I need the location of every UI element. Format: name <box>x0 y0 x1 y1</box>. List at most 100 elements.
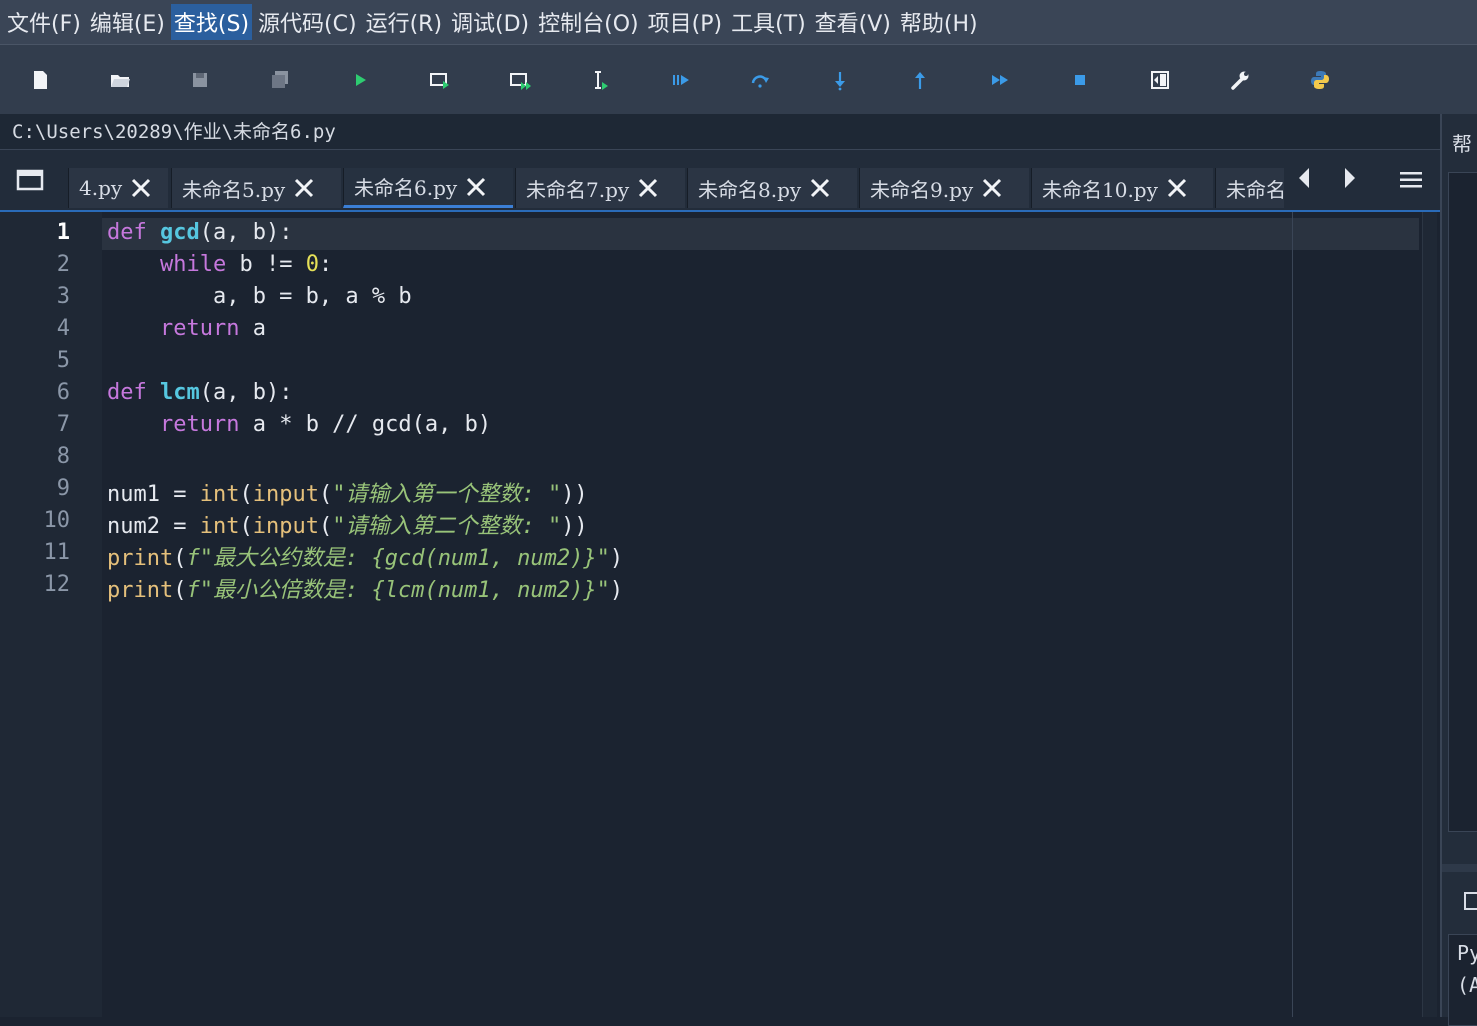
vertical-scrollbar[interactable] <box>1422 212 1437 1017</box>
save-all-button[interactable] <box>267 67 293 93</box>
menu-item[interactable]: 帮助(H) <box>897 4 981 40</box>
tab-options-button[interactable] <box>1398 170 1424 190</box>
editor-tab[interactable]: 未命名 <box>1215 168 1284 208</box>
help-pane-tab[interactable]: 帮 <box>1452 128 1472 157</box>
run-cell-icon <box>430 73 449 89</box>
code-token: print <box>107 546 174 571</box>
tab-label: 未命名 <box>1226 177 1284 202</box>
continue-button[interactable] <box>987 67 1013 93</box>
code-token: f"最大公约数是: {gcd(num1, num2)}" <box>186 546 610 571</box>
menu-item[interactable]: 控制台(O) <box>535 4 641 40</box>
menubar: 文件(F) 编辑(E) 查找(S) 源代码(C) 运行(R) 调试(D) 控制台(O) 项目(… <box>0 0 1477 44</box>
edge-line <box>1292 212 1293 1017</box>
open-folder-button[interactable] <box>107 67 133 93</box>
code-token: lcm <box>160 380 200 405</box>
triangle-right-icon <box>1345 168 1355 188</box>
console-window-icon[interactable] <box>1464 892 1477 910</box>
new-file-icon <box>34 71 47 89</box>
console-pane[interactable]: Py (A <box>1448 934 1477 1026</box>
code-token: )) <box>561 482 588 507</box>
code-token: a, b = b, a % b <box>107 284 412 309</box>
run-button[interactable] <box>347 67 373 93</box>
code-token: ( <box>318 482 333 507</box>
window-icon <box>16 169 44 191</box>
browse-tabs-button[interactable] <box>16 168 44 192</box>
tab-close-button[interactable] <box>1166 177 1188 199</box>
code-token: ) <box>609 578 624 603</box>
editor-tab[interactable]: 未命名10.py <box>1031 168 1213 208</box>
close-icon <box>811 178 830 198</box>
editor-tab[interactable]: 未命名9.py <box>859 168 1029 208</box>
code-line: print(f"最小公倍数是: {lcm(num1, num2)}") <box>107 572 623 604</box>
tab-label: 未命名5.py <box>182 177 286 202</box>
code-token: ( <box>239 482 253 507</box>
tab-close-button[interactable] <box>130 177 152 199</box>
menu-item[interactable]: 运行(R) <box>363 4 445 40</box>
menu-item[interactable]: 项目(P) <box>645 4 725 40</box>
code-token: input <box>252 514 319 539</box>
code-token: return <box>159 412 240 437</box>
line-number: 11 <box>43 540 71 565</box>
step-into-button[interactable] <box>827 67 853 93</box>
editor-tab[interactable]: 未命名8.py <box>687 168 857 208</box>
stop-icon <box>1075 75 1085 85</box>
pane-splitter[interactable] <box>1442 864 1477 872</box>
code-token: return <box>159 316 240 341</box>
stop-button[interactable] <box>1067 67 1093 93</box>
maximize-pane-button[interactable] <box>1147 67 1173 93</box>
line-number: 9 <box>56 476 70 501</box>
code-line: return a * b // gcd(a, b) <box>107 412 491 437</box>
editor-tab[interactable]: 4.py <box>68 168 168 208</box>
new-file-button[interactable] <box>27 67 53 93</box>
tab-close-button[interactable] <box>981 177 1003 199</box>
python-path-icon <box>1311 71 1329 89</box>
code-token: int <box>199 482 240 507</box>
python-path-button[interactable] <box>1307 67 1333 93</box>
menu-item[interactable]: 源代码(C) <box>255 4 360 40</box>
code-token: 0 <box>305 252 319 277</box>
tab-close-button[interactable] <box>293 177 315 199</box>
tab-close-button[interactable] <box>637 177 659 199</box>
run-cell-button[interactable] <box>427 67 453 93</box>
step-out-button[interactable] <box>907 67 933 93</box>
tab-close-button[interactable] <box>465 176 487 198</box>
step-over-button[interactable] <box>747 67 773 93</box>
run-selection-button[interactable] <box>587 67 613 93</box>
code-line: print(f"最大公约数是: {gcd(num1, num2)}") <box>107 540 623 572</box>
debug-button[interactable] <box>667 67 693 93</box>
tab-label: 4.py <box>79 176 123 200</box>
editor-tab[interactable]: 未命名7.py <box>515 168 685 208</box>
line-number: 5 <box>56 348 70 373</box>
menu-item[interactable]: 调试(D) <box>448 4 532 40</box>
run-cell-advance-button[interactable] <box>507 67 533 93</box>
continue-icon <box>992 75 1008 85</box>
code-token: gcd <box>160 220 200 245</box>
code-token: while <box>159 252 227 277</box>
line-number: 4 <box>56 316 70 341</box>
code-line: while b != 0: <box>107 252 332 277</box>
code-line: return a <box>107 316 266 341</box>
menu-item[interactable]: 查看(V) <box>812 4 894 40</box>
code-token: ( <box>173 578 187 603</box>
menu-item[interactable]: 查找(S) <box>170 4 253 40</box>
save-button[interactable] <box>187 67 213 93</box>
tab-label: 未命名7.py <box>526 177 630 202</box>
code-token: )) <box>561 514 588 539</box>
menu-item[interactable]: 工具(T) <box>728 4 809 40</box>
code-editor[interactable]: 1 2 3 4 5 6 7 8 9 10 11 12 def gcd(a, b): while b !… <box>0 212 1438 1017</box>
tab-close-button[interactable] <box>809 177 831 199</box>
step-out-icon <box>915 72 925 89</box>
menu-item[interactable]: 文件(F) <box>4 4 84 40</box>
editor-tab[interactable]: 未命名5.py <box>171 168 341 208</box>
line-number: 2 <box>56 252 70 277</box>
preferences-button[interactable] <box>1227 67 1253 93</box>
menu-item[interactable]: 编辑(E) <box>87 4 168 40</box>
tab-label: 未命名9.py <box>870 177 974 202</box>
scroll-tabs-left-button[interactable] <box>1296 166 1312 190</box>
scroll-tabs-right-button[interactable] <box>1342 166 1358 190</box>
code-token: (a, b): <box>199 220 293 245</box>
editor-tab[interactable]: 未命名6.py <box>343 168 513 208</box>
editor-tabbar: 4.py 未命名5.py 未命名6.py 未命名7.py 未命名8.py 未命名9.py 未… <box>0 150 1440 212</box>
code-area[interactable]: def gcd(a, b): while b != 0: a, b = b, a… <box>102 212 1422 1017</box>
